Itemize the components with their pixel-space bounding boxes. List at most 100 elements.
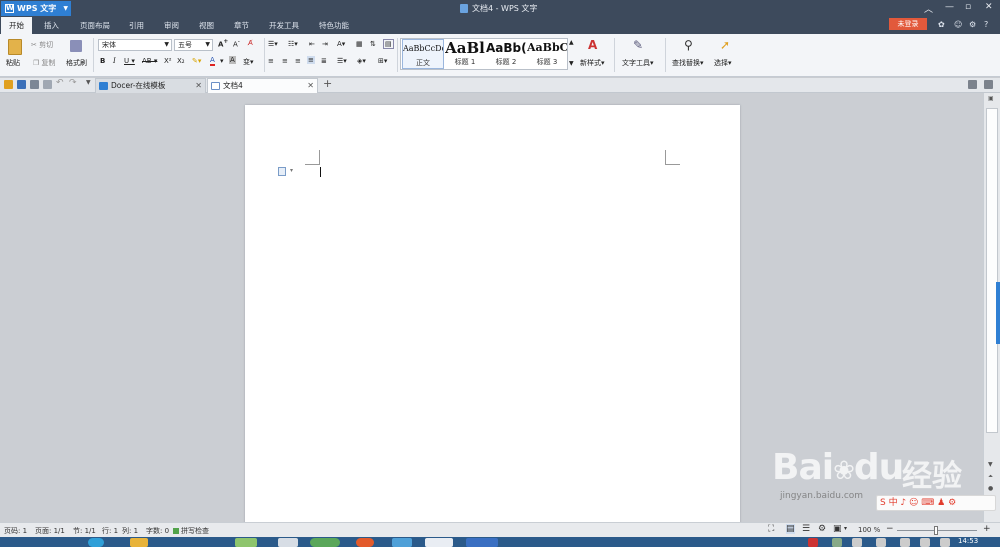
style-heading-3[interactable]: AaBbC 标题 3 [527, 39, 567, 69]
tray-icon[interactable] [808, 538, 818, 547]
tray-icon[interactable] [832, 538, 842, 547]
settings-icon[interactable]: ⚙ [969, 20, 976, 29]
grow-font-button[interactable]: A+ [218, 39, 228, 48]
status-word-count[interactable]: 字数: 0 [146, 526, 169, 536]
text-tools-button[interactable]: 文字工具▾ [622, 58, 654, 68]
redo-icon[interactable]: ↷ [69, 78, 77, 88]
tab-home[interactable]: 开始 [1, 17, 32, 34]
collapse-ribbon-icon[interactable]: ︿ [924, 2, 933, 15]
folder-icon[interactable] [130, 538, 148, 547]
quick-access-dropdown-icon[interactable]: ▼ [86, 79, 91, 86]
underline-button[interactable]: U ▾ [124, 57, 135, 65]
undo-icon[interactable]: ↶ [56, 78, 64, 88]
align-left-button[interactable]: ≡ [268, 57, 274, 65]
restore-tab-icon[interactable] [984, 80, 993, 89]
scroll-down-icon[interactable]: ▼ [988, 461, 993, 468]
tab-special-features[interactable]: 特色功能 [319, 20, 349, 31]
paste-icon[interactable] [8, 39, 22, 55]
borders-button[interactable]: ⊞▾ [378, 57, 387, 65]
select-button[interactable]: 选择▾ [714, 58, 732, 68]
previous-page-icon[interactable]: ⏶ [988, 473, 993, 481]
strikethrough-button[interactable]: AB ▾ [142, 57, 157, 65]
tab-references[interactable]: 引用 [129, 20, 144, 31]
italic-button[interactable]: I [113, 57, 116, 65]
shrink-font-button[interactable]: A- [233, 39, 240, 48]
clear-format-button[interactable]: A̸ [248, 39, 253, 47]
decrease-indent-button[interactable]: ⇤ [309, 40, 315, 48]
table-grid-button[interactable]: ▦ [356, 40, 363, 48]
side-panel-handle[interactable] [996, 282, 1000, 344]
show-hide-marks-button[interactable]: ▤ [383, 39, 394, 49]
tab-view[interactable]: 视图 [199, 20, 214, 31]
tab-review[interactable]: 审阅 [164, 20, 179, 31]
web-view-icon[interactable]: ⚙ [818, 524, 826, 534]
highlight-button[interactable]: ✎▾ [192, 57, 201, 65]
new-tab-button[interactable]: + [323, 77, 332, 90]
superscript-button[interactable]: X² [164, 57, 172, 65]
scrollbar-thumb[interactable] [986, 108, 998, 433]
tray-icon[interactable] [876, 538, 886, 547]
sort-button[interactable]: ⇅ [370, 40, 376, 48]
tab-document-4[interactable]: 文档4 ✕ [207, 78, 318, 93]
paste-options-icon[interactable] [278, 167, 286, 176]
align-right-button[interactable]: ≡ [295, 57, 301, 65]
font-size-select[interactable]: 五号 ▼ [174, 39, 213, 51]
line-spacing-button[interactable]: ☰▾ [337, 57, 347, 65]
app-icon[interactable] [278, 538, 298, 547]
style-normal[interactable]: AaBbCcDd 正文 [402, 39, 444, 69]
new-style-button[interactable]: 新样式▾ [580, 58, 605, 68]
fullscreen-icon[interactable]: ⛶ [768, 524, 774, 534]
tray-icon[interactable] [852, 538, 862, 547]
feedback-icon[interactable]: ☺ [954, 20, 962, 29]
print-icon[interactable] [30, 80, 39, 89]
select-cursor-icon[interactable]: ➚ [720, 38, 730, 52]
app-menu-button[interactable]: W WPS 文字 ▼ [1, 1, 71, 16]
paste-label[interactable]: 粘贴 [6, 58, 20, 68]
format-painter-icon[interactable] [70, 40, 82, 52]
save-icon[interactable] [17, 80, 26, 89]
page-view-icon[interactable]: ▤ [786, 524, 795, 534]
phonetic-button[interactable]: 变▾ [243, 57, 254, 67]
tab-chapter[interactable]: 章节 [234, 20, 249, 31]
format-painter-label[interactable]: 格式刷 [66, 58, 87, 68]
tray-icon[interactable] [920, 538, 930, 547]
font-color-dropdown[interactable]: ▾ [220, 57, 224, 65]
document-page[interactable]: ▾ [245, 105, 740, 535]
reading-view-icon[interactable]: ▣ [833, 524, 842, 534]
view-dropdown-icon[interactable]: ▾ [844, 525, 847, 532]
text-tools-icon[interactable]: ✎ [633, 38, 643, 52]
tab-list-icon[interactable] [968, 80, 977, 89]
font-name-select[interactable]: 宋体 ▼ [98, 39, 172, 51]
cut-button[interactable]: ✂ 剪切 [31, 40, 53, 50]
ime-toolbar[interactable]: S 中 ♪ ☺ ⌨ ♟ ⚙ [876, 495, 996, 511]
increase-indent-button[interactable]: ⇥ [322, 40, 328, 48]
align-center-button[interactable]: ≡ [282, 57, 288, 65]
maximize-button[interactable]: ▫ [965, 2, 971, 12]
shading-button[interactable]: ◈▾ [357, 57, 366, 65]
copy-button[interactable]: ❐ 复制 [33, 58, 56, 68]
style-heading-1[interactable]: AaBl 标题 1 [445, 39, 485, 69]
open-icon[interactable] [4, 80, 13, 89]
zoom-out-button[interactable]: − [886, 524, 894, 534]
tray-icon[interactable] [940, 538, 950, 547]
app-icon[interactable] [392, 538, 412, 547]
zoom-in-button[interactable]: + [983, 524, 991, 534]
close-icon[interactable]: ✕ [195, 79, 202, 92]
char-shading-button[interactable]: A [229, 56, 236, 64]
help-icon[interactable]: ? [984, 20, 988, 29]
tab-docer-templates[interactable]: Docer-在线模板 ✕ [95, 78, 206, 93]
find-replace-button[interactable]: 查找替换▾ [672, 58, 704, 68]
close-button[interactable]: ✕ [985, 2, 993, 12]
binoculars-icon[interactable]: ⚲ [684, 38, 693, 52]
login-button[interactable]: 未登录 [889, 18, 927, 30]
new-style-icon[interactable]: A [588, 38, 597, 52]
styles-scroll-up-icon[interactable]: ▲ [569, 39, 574, 46]
wps-taskbar-icon[interactable] [466, 538, 498, 547]
style-heading-2[interactable]: AaBb( 标题 2 [486, 39, 526, 69]
skin-icon[interactable]: ✿ [938, 20, 945, 29]
chevron-down-icon[interactable]: ▾ [290, 167, 293, 174]
zoom-slider-knob[interactable] [934, 526, 938, 535]
subscript-button[interactable]: X₂ [177, 57, 185, 65]
font-color-button[interactable]: A [210, 56, 215, 66]
tab-developer[interactable]: 开发工具 [269, 20, 299, 31]
